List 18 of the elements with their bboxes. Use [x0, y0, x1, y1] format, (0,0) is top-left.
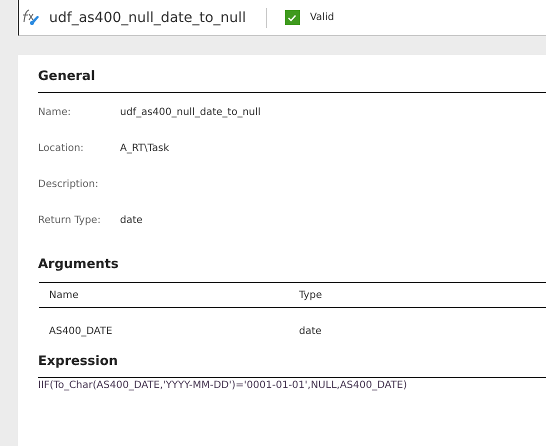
column-header: Name — [48, 290, 80, 300]
function-title: udf_as400_null_date_to_null — [49, 10, 246, 26]
section-heading: Expression — [38, 354, 119, 371]
field-value: date — [120, 215, 143, 228]
table-cell-text: date — [298, 326, 323, 336]
field-label: Description: — [38, 179, 100, 192]
field-label: Return Type: — [38, 215, 102, 228]
validity-label: Valid — [310, 12, 334, 23]
function-icon — [21, 8, 41, 28]
section-heading: Arguments — [38, 257, 120, 274]
section-heading: General — [38, 69, 96, 86]
field-label: Location: — [38, 143, 85, 156]
expression-text: IIF(To_Char(AS400_DATE,'YYYY-MM-DD')='0001-01-01',NULL,AS400_DATE) — [38, 379, 408, 391]
field-value: udf_as400_null_date_to_null — [120, 107, 261, 120]
field-label: Name: — [38, 107, 72, 120]
field-value: A_RT\Task — [120, 143, 170, 156]
column-header: Type — [298, 290, 323, 300]
table-cell-text: AS400_DATE — [48, 326, 114, 336]
